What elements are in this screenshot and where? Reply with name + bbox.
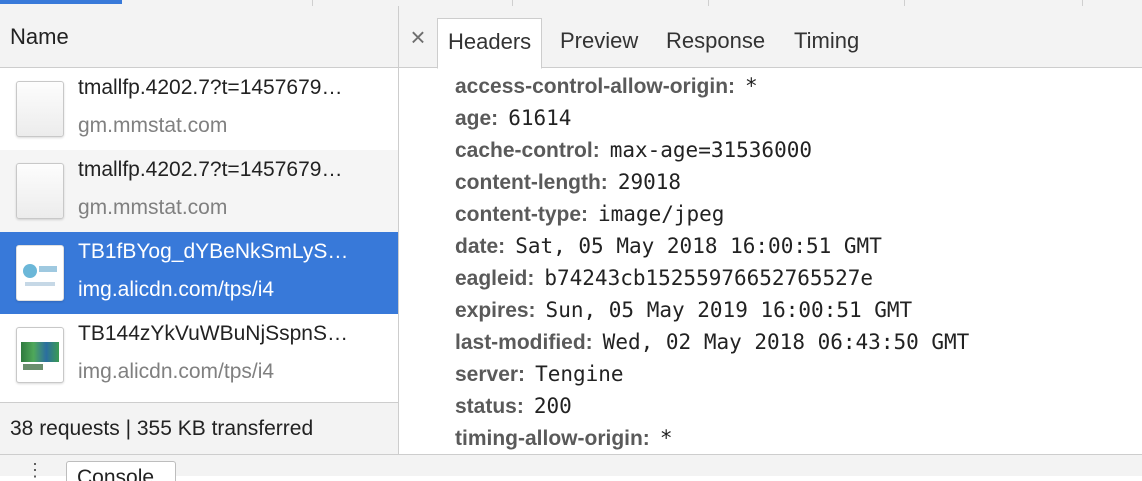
close-icon[interactable]: × bbox=[405, 22, 431, 52]
tab-headers[interactable]: Headers bbox=[437, 18, 543, 69]
header-key: last-modified: bbox=[455, 331, 593, 354]
header-row: last-modified: Wed, 02 May 2018 06:43:50 … bbox=[455, 330, 969, 362]
console-tab-label: Console bbox=[77, 466, 155, 481]
header-row: server: Tengine bbox=[455, 362, 969, 394]
header-row: eagleid: b74243cb15255976652765527e bbox=[455, 266, 969, 298]
detail-tab-bar: × Headers Preview Response Timing bbox=[399, 6, 1142, 69]
response-headers-list: access-control-allow-origin: * age: 61614 … bbox=[455, 74, 969, 458]
header-value: 29018 bbox=[617, 170, 682, 194]
image-thumbnail-icon bbox=[16, 327, 64, 383]
header-key: timing-allow-origin: bbox=[455, 427, 650, 450]
header-row: content-length: 29018 bbox=[455, 170, 969, 202]
request-name: tmallfp.4202.7?t=1457679… bbox=[78, 76, 343, 99]
header-key: eagleid: bbox=[455, 267, 535, 290]
header-row: cache-control: max-age=31536000 bbox=[455, 138, 969, 170]
header-value: Sun, 05 May 2019 16:00:51 GMT bbox=[545, 298, 913, 322]
header-key: content-type: bbox=[455, 203, 588, 226]
summary-footer: 38 requests | 355 KB transferred bbox=[0, 402, 398, 454]
console-drawer-bar: ⋮ Console bbox=[0, 454, 1142, 481]
header-value: max-age=31536000 bbox=[609, 138, 812, 162]
header-value: Wed, 02 May 2018 06:43:50 GMT bbox=[602, 330, 970, 354]
header-row: content-type: image/jpeg bbox=[455, 202, 969, 234]
header-key: status: bbox=[455, 395, 524, 418]
header-key: expires: bbox=[455, 299, 536, 322]
request-name: tmallfp.4202.7?t=1457679… bbox=[78, 158, 343, 181]
header-value: Sat, 05 May 2018 16:00:51 GMT bbox=[515, 234, 882, 258]
header-row: age: 61614 bbox=[455, 106, 969, 138]
request-host: img.alicdn.com/tps/i4 bbox=[78, 278, 275, 301]
request-name: TB1fBYog_dYBeNkSmLyS… bbox=[78, 240, 349, 263]
header-key: date: bbox=[455, 235, 506, 258]
request-host: gm.mmstat.com bbox=[78, 114, 228, 137]
active-tab-indicator bbox=[0, 0, 122, 4]
header-value: b74243cb15255976652765527e bbox=[544, 266, 874, 290]
request-host: gm.mmstat.com bbox=[78, 196, 228, 219]
header-value: * bbox=[659, 426, 673, 450]
blank-file-icon bbox=[16, 163, 64, 219]
header-key: access-control-allow-origin: bbox=[455, 75, 736, 98]
header-row: date: Sat, 05 May 2018 16:00:51 GMT bbox=[455, 234, 969, 266]
tab-response[interactable]: Response bbox=[656, 18, 775, 68]
header-row: status: 200 bbox=[455, 394, 969, 426]
name-column-label: Name bbox=[10, 23, 69, 49]
request-row[interactable]: tmallfp.4202.7?t=1457679… gm.mmstat.com bbox=[0, 150, 398, 232]
request-row[interactable]: tmallfp.4202.7?t=1457679… gm.mmstat.com bbox=[0, 68, 398, 150]
request-row-selected[interactable]: TB1fBYog_dYBeNkSmLyS… img.alicdn.com/tps… bbox=[0, 232, 398, 314]
header-key: content-length: bbox=[455, 171, 608, 194]
request-host: img.alicdn.com/tps/i4 bbox=[78, 360, 275, 383]
name-column-header[interactable]: Name bbox=[0, 6, 398, 68]
header-row: expires: Sun, 05 May 2019 16:00:51 GMT bbox=[455, 298, 969, 330]
more-menu-icon[interactable]: ⋮ bbox=[26, 461, 44, 479]
console-tab-button[interactable]: Console bbox=[66, 461, 176, 481]
header-value: image/jpeg bbox=[598, 202, 725, 226]
tab-preview[interactable]: Preview bbox=[550, 18, 648, 68]
header-value: * bbox=[745, 74, 758, 98]
header-key: cache-control: bbox=[455, 139, 600, 162]
header-value: 200 bbox=[533, 394, 572, 418]
header-key: age: bbox=[455, 107, 499, 130]
request-detail-panel: × Headers Preview Response Timing access… bbox=[399, 6, 1142, 454]
header-value: 61614 bbox=[508, 106, 572, 130]
request-name: TB144zYkVuWBuNjSspnS… bbox=[78, 322, 348, 345]
header-row: access-control-allow-origin: * bbox=[455, 74, 969, 106]
header-value: Tengine bbox=[535, 362, 624, 386]
summary-text: 38 requests | 355 KB transferred bbox=[10, 416, 314, 440]
request-list-panel: Name tmallfp.4202.7?t=1457679… gm.mmstat… bbox=[0, 6, 399, 454]
image-thumbnail-icon bbox=[16, 245, 64, 301]
request-row[interactable]: TB144zYkVuWBuNjSspnS… img.alicdn.com/tps… bbox=[0, 314, 398, 396]
tab-timing[interactable]: Timing bbox=[784, 18, 869, 68]
header-key: server: bbox=[455, 363, 526, 386]
blank-file-icon bbox=[16, 81, 64, 137]
